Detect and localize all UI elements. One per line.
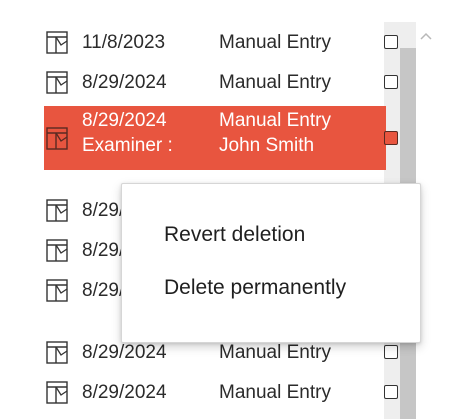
notebook-icon bbox=[45, 238, 71, 264]
scroll-up-button[interactable] bbox=[419, 28, 433, 40]
list-item[interactable]: 8/29/2024 Manual Entry bbox=[34, 62, 417, 102]
entry-date: 8/29/2024 bbox=[82, 72, 167, 93]
notebook-icon bbox=[45, 380, 71, 406]
checkbox-icon[interactable] bbox=[384, 345, 398, 359]
checkbox-icon[interactable] bbox=[384, 35, 398, 49]
notebook-icon bbox=[45, 278, 71, 304]
delete-permanently-menu-item[interactable]: Delete permanently bbox=[164, 276, 346, 300]
entry-date: 11/8/2023 bbox=[82, 32, 166, 53]
entry-date: 8/29/2024 bbox=[82, 382, 167, 403]
examiner-name: John Smith bbox=[219, 135, 315, 156]
notebook-icon bbox=[45, 198, 71, 224]
examiner-label: Examiner : bbox=[82, 135, 173, 156]
notebook-icon bbox=[45, 70, 71, 96]
list-item[interactable]: 11/8/2023 Manual Entry bbox=[34, 22, 417, 62]
notebook-icon bbox=[45, 126, 71, 152]
entry-type: Manual Entry bbox=[219, 382, 331, 403]
list-item-selected[interactable]: 8/29/2024 Manual Entry Examiner : John S… bbox=[44, 106, 398, 170]
entry-type: Manual Entry bbox=[219, 110, 331, 131]
entry-type: Manual Entry bbox=[219, 72, 331, 93]
checkbox-icon[interactable] bbox=[384, 131, 398, 145]
checkbox-icon[interactable] bbox=[384, 75, 398, 89]
entry-date: 8/29/2024 bbox=[82, 342, 167, 363]
entry-date: 8/29/2024 bbox=[82, 110, 167, 131]
checkbox-icon[interactable] bbox=[384, 385, 398, 399]
list-item[interactable]: 8/29/2024 Manual Entry bbox=[34, 372, 417, 412]
entries-panel: 11/8/2023 Manual Entry 8/29/2024 Manual … bbox=[0, 0, 455, 419]
entry-type: Manual Entry bbox=[219, 342, 331, 363]
notebook-icon bbox=[45, 340, 71, 366]
context-menu: Revert deletion Delete permanently bbox=[121, 183, 421, 343]
entry-type: Manual Entry bbox=[219, 32, 331, 53]
revert-deletion-menu-item[interactable]: Revert deletion bbox=[164, 223, 305, 247]
notebook-icon bbox=[45, 30, 71, 56]
chevron-up-icon bbox=[420, 32, 432, 40]
